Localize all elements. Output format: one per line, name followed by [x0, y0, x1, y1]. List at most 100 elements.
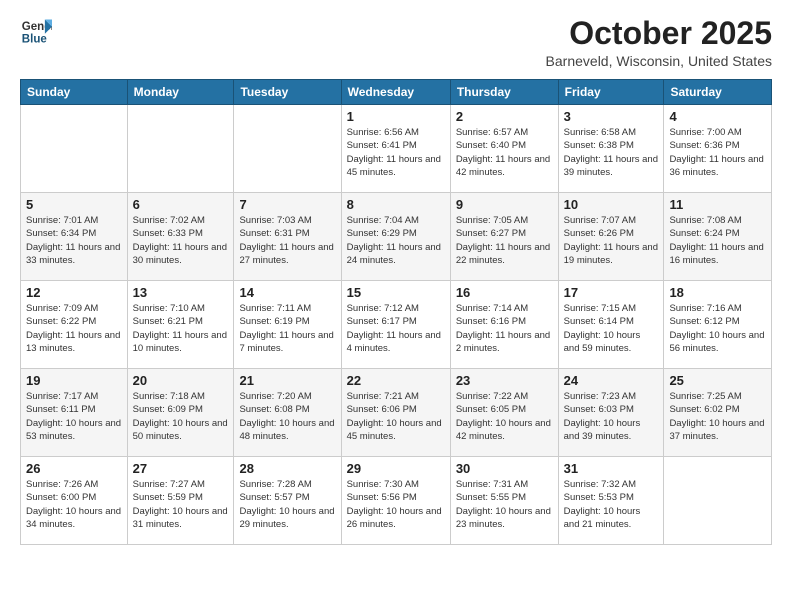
day-info: Sunrise: 7:12 AMSunset: 6:17 PMDaylight:… — [347, 302, 445, 355]
day-number: 23 — [456, 373, 553, 388]
day-number: 4 — [669, 109, 766, 124]
day-info: Sunrise: 7:09 AMSunset: 6:22 PMDaylight:… — [26, 302, 122, 355]
day-number: 2 — [456, 109, 553, 124]
day-info: Sunrise: 7:20 AMSunset: 6:08 PMDaylight:… — [239, 390, 335, 443]
calendar-cell-w5-d1: 27 Sunrise: 7:27 AMSunset: 5:59 PMDayligh… — [127, 457, 234, 545]
day-info: Sunrise: 7:07 AMSunset: 6:26 PMDaylight:… — [564, 214, 659, 267]
calendar-cell-w1-d1 — [127, 105, 234, 193]
day-info: Sunrise: 7:01 AMSunset: 6:34 PMDaylight:… — [26, 214, 122, 267]
day-info: Sunrise: 7:31 AMSunset: 5:55 PMDaylight:… — [456, 478, 553, 531]
calendar-cell-w5-d5: 31 Sunrise: 7:32 AMSunset: 5:53 PMDayligh… — [558, 457, 664, 545]
day-number: 7 — [239, 197, 335, 212]
day-info: Sunrise: 6:58 AMSunset: 6:38 PMDaylight:… — [564, 126, 659, 179]
calendar-cell-w4-d3: 22 Sunrise: 7:21 AMSunset: 6:06 PMDayligh… — [341, 369, 450, 457]
day-info: Sunrise: 7:04 AMSunset: 6:29 PMDaylight:… — [347, 214, 445, 267]
day-number: 10 — [564, 197, 659, 212]
day-info: Sunrise: 7:03 AMSunset: 6:31 PMDaylight:… — [239, 214, 335, 267]
calendar-cell-w3-d3: 15 Sunrise: 7:12 AMSunset: 6:17 PMDayligh… — [341, 281, 450, 369]
day-number: 29 — [347, 461, 445, 476]
day-number: 20 — [133, 373, 229, 388]
header-sunday: Sunday — [21, 80, 128, 105]
calendar-cell-w4-d4: 23 Sunrise: 7:22 AMSunset: 6:05 PMDayligh… — [450, 369, 558, 457]
day-info: Sunrise: 7:25 AMSunset: 6:02 PMDaylight:… — [669, 390, 766, 443]
logo-icon: General Blue — [20, 16, 52, 48]
calendar-cell-w5-d2: 28Sunrise: 7:28 AMSunset: 5:57 PMDayligh… — [234, 457, 341, 545]
day-info: Sunrise: 7:17 AMSunset: 6:11 PMDaylight:… — [26, 390, 122, 443]
calendar-cell-w1-d2 — [234, 105, 341, 193]
day-number: 19 — [26, 373, 122, 388]
calendar-cell-w3-d6: 18 Sunrise: 7:16 AMSunset: 6:12 PMDayligh… — [664, 281, 772, 369]
calendar-cell-w5-d4: 30 Sunrise: 7:31 AMSunset: 5:55 PMDayligh… — [450, 457, 558, 545]
calendar-cell-w3-d5: 17 Sunrise: 7:15 AMSunset: 6:14 PMDayligh… — [558, 281, 664, 369]
calendar-week-5: 26Sunrise: 7:26 AMSunset: 6:00 PMDayligh… — [21, 457, 772, 545]
calendar-cell-w3-d1: 13 Sunrise: 7:10 AMSunset: 6:21 PMDayligh… — [127, 281, 234, 369]
calendar-cell-w1-d4: 2Sunrise: 6:57 AMSunset: 6:40 PMDaylight… — [450, 105, 558, 193]
calendar-cell-w2-d0: 5 Sunrise: 7:01 AMSunset: 6:34 PMDaylight… — [21, 193, 128, 281]
header-wednesday: Wednesday — [341, 80, 450, 105]
calendar-cell-w3-d4: 16Sunrise: 7:14 AMSunset: 6:16 PMDayligh… — [450, 281, 558, 369]
calendar-cell-w3-d2: 14Sunrise: 7:11 AMSunset: 6:19 PMDayligh… — [234, 281, 341, 369]
day-number: 27 — [133, 461, 229, 476]
day-info: Sunrise: 7:21 AMSunset: 6:06 PMDaylight:… — [347, 390, 445, 443]
calendar-page: General Blue October 2025 Barneveld, Wis… — [0, 0, 792, 612]
calendar-cell-w4-d0: 19 Sunrise: 7:17 AMSunset: 6:11 PMDayligh… — [21, 369, 128, 457]
day-info: Sunrise: 7:27 AMSunset: 5:59 PMDaylight:… — [133, 478, 229, 531]
calendar-header-row: Sunday Monday Tuesday Wednesday Thursday… — [21, 80, 772, 105]
calendar-cell-w4-d1: 20 Sunrise: 7:18 AMSunset: 6:09 PMDayligh… — [127, 369, 234, 457]
day-number: 21 — [239, 373, 335, 388]
day-info: Sunrise: 7:22 AMSunset: 6:05 PMDaylight:… — [456, 390, 553, 443]
header-tuesday: Tuesday — [234, 80, 341, 105]
day-number: 3 — [564, 109, 659, 124]
header-friday: Friday — [558, 80, 664, 105]
calendar-cell-w1-d6: 4 Sunrise: 7:00 AMSunset: 6:36 PMDaylight… — [664, 105, 772, 193]
calendar-cell-w1-d0 — [21, 105, 128, 193]
day-number: 5 — [26, 197, 122, 212]
day-info: Sunrise: 7:08 AMSunset: 6:24 PMDaylight:… — [669, 214, 766, 267]
calendar-table: Sunday Monday Tuesday Wednesday Thursday… — [20, 79, 772, 545]
calendar-week-4: 19 Sunrise: 7:17 AMSunset: 6:11 PMDayligh… — [21, 369, 772, 457]
page-header: General Blue October 2025 Barneveld, Wis… — [20, 16, 772, 69]
day-number: 11 — [669, 197, 766, 212]
day-number: 15 — [347, 285, 445, 300]
day-info: Sunrise: 7:23 AMSunset: 6:03 PMDaylight:… — [564, 390, 659, 443]
calendar-cell-w1-d5: 3 Sunrise: 6:58 AMSunset: 6:38 PMDaylight… — [558, 105, 664, 193]
calendar-cell-w4-d6: 25 Sunrise: 7:25 AMSunset: 6:02 PMDayligh… — [664, 369, 772, 457]
day-number: 22 — [347, 373, 445, 388]
day-info: Sunrise: 7:10 AMSunset: 6:21 PMDaylight:… — [133, 302, 229, 355]
day-number: 30 — [456, 461, 553, 476]
calendar-cell-w2-d5: 10 Sunrise: 7:07 AMSunset: 6:26 PMDayligh… — [558, 193, 664, 281]
day-info: Sunrise: 7:16 AMSunset: 6:12 PMDaylight:… — [669, 302, 766, 355]
header-monday: Monday — [127, 80, 234, 105]
calendar-cell-w2-d1: 6Sunrise: 7:02 AMSunset: 6:33 PMDaylight… — [127, 193, 234, 281]
day-info: Sunrise: 7:15 AMSunset: 6:14 PMDaylight:… — [564, 302, 659, 355]
day-info: Sunrise: 7:30 AMSunset: 5:56 PMDaylight:… — [347, 478, 445, 531]
logo: General Blue — [20, 16, 52, 48]
day-info: Sunrise: 7:28 AMSunset: 5:57 PMDaylight:… — [239, 478, 335, 531]
calendar-cell-w4-d2: 21 Sunrise: 7:20 AMSunset: 6:08 PMDayligh… — [234, 369, 341, 457]
day-info: Sunrise: 7:26 AMSunset: 6:00 PMDaylight:… — [26, 478, 122, 531]
day-info: Sunrise: 7:18 AMSunset: 6:09 PMDaylight:… — [133, 390, 229, 443]
calendar-week-3: 12Sunrise: 7:09 AMSunset: 6:22 PMDayligh… — [21, 281, 772, 369]
day-number: 6 — [133, 197, 229, 212]
calendar-cell-w2-d2: 7 Sunrise: 7:03 AMSunset: 6:31 PMDaylight… — [234, 193, 341, 281]
calendar-cell-w5-d0: 26Sunrise: 7:26 AMSunset: 6:00 PMDayligh… — [21, 457, 128, 545]
calendar-cell-w3-d0: 12Sunrise: 7:09 AMSunset: 6:22 PMDayligh… — [21, 281, 128, 369]
day-info: Sunrise: 7:32 AMSunset: 5:53 PMDaylight:… — [564, 478, 659, 531]
day-info: Sunrise: 6:56 AMSunset: 6:41 PMDaylight:… — [347, 126, 445, 179]
calendar-cell-w4-d5: 24Sunrise: 7:23 AMSunset: 6:03 PMDayligh… — [558, 369, 664, 457]
day-number: 18 — [669, 285, 766, 300]
calendar-cell-w2-d3: 8 Sunrise: 7:04 AMSunset: 6:29 PMDaylight… — [341, 193, 450, 281]
day-info: Sunrise: 7:05 AMSunset: 6:27 PMDaylight:… — [456, 214, 553, 267]
day-number: 25 — [669, 373, 766, 388]
day-number: 9 — [456, 197, 553, 212]
svg-text:Blue: Blue — [22, 34, 48, 46]
calendar-cell-w5-d6 — [664, 457, 772, 545]
day-number: 31 — [564, 461, 659, 476]
header-saturday: Saturday — [664, 80, 772, 105]
day-number: 13 — [133, 285, 229, 300]
day-info: Sunrise: 7:00 AMSunset: 6:36 PMDaylight:… — [669, 126, 766, 179]
calendar-week-2: 5 Sunrise: 7:01 AMSunset: 6:34 PMDaylight… — [21, 193, 772, 281]
day-number: 8 — [347, 197, 445, 212]
day-number: 16 — [456, 285, 553, 300]
day-number: 17 — [564, 285, 659, 300]
